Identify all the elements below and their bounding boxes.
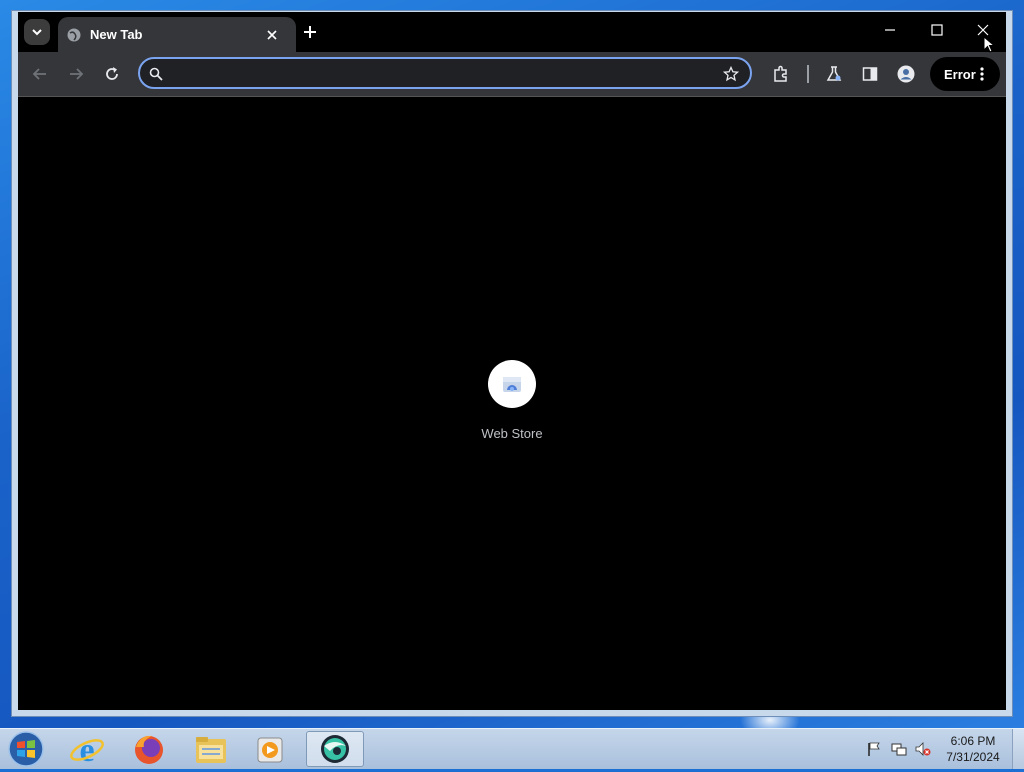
side-panel-icon[interactable] xyxy=(861,65,879,83)
toolbar-separator xyxy=(807,65,809,83)
svg-text:e: e xyxy=(79,732,94,767)
profile-error-button[interactable]: Error xyxy=(930,57,1000,91)
new-tab-page: Web Store xyxy=(18,97,1006,710)
tab-close-icon[interactable] xyxy=(266,29,278,41)
start-button-icon[interactable] xyxy=(6,730,46,768)
extensions-puzzle-icon[interactable] xyxy=(772,65,790,83)
toolbar: Error xyxy=(18,52,1006,97)
labs-flask-icon[interactable] xyxy=(825,65,843,83)
taskbar-firefox[interactable] xyxy=(122,731,176,767)
shortcut-icon-circle xyxy=(488,360,536,408)
maximize-icon[interactable] xyxy=(929,22,945,38)
internet-explorer-icon: e xyxy=(70,732,104,769)
clock-time: 6:06 PM xyxy=(950,734,996,748)
shortcut-web-store[interactable]: Web Store xyxy=(462,360,562,450)
forward-arrow-icon[interactable] xyxy=(67,65,85,83)
new-tab-plus-icon[interactable] xyxy=(302,24,318,40)
mouse-cursor-icon xyxy=(983,36,995,53)
minimize-icon[interactable] xyxy=(882,22,898,38)
show-desktop-button[interactable] xyxy=(1012,729,1024,769)
tab-title: New Tab xyxy=(90,27,143,42)
media-player-icon xyxy=(257,737,283,763)
back-arrow-icon[interactable] xyxy=(31,65,49,83)
taskbar-media-player[interactable] xyxy=(243,731,297,767)
globe-icon xyxy=(67,28,81,42)
tab-new-tab[interactable]: New Tab xyxy=(58,17,296,52)
taskbar-clock[interactable]: 6:06 PM 7/31/2024 xyxy=(936,733,1010,765)
taskbar: e 6:06 PM 7/31/2024 xyxy=(0,728,1024,769)
browser-window: New Tab Error Web Store xyxy=(18,12,1006,710)
search-icon xyxy=(149,67,163,81)
browser-app-icon xyxy=(321,735,349,763)
address-bar[interactable] xyxy=(138,57,752,89)
tab-search-button[interactable] xyxy=(24,19,50,45)
chevron-down-icon xyxy=(32,29,42,36)
clock-date: 7/31/2024 xyxy=(946,750,1000,764)
bookmark-star-icon[interactable] xyxy=(723,66,739,82)
network-icon[interactable] xyxy=(891,741,907,757)
taskbar-browser-app[interactable] xyxy=(306,731,364,767)
file-explorer-icon xyxy=(196,737,226,763)
taskbar-file-explorer[interactable] xyxy=(184,731,238,767)
firefox-icon xyxy=(135,735,163,764)
volume-muted-icon[interactable] xyxy=(915,741,931,757)
web-store-icon xyxy=(503,377,521,392)
tab-strip: New Tab xyxy=(18,12,1006,52)
action-center-flag-icon[interactable] xyxy=(866,741,882,757)
shortcut-label: Web Store xyxy=(481,426,543,441)
reload-icon[interactable] xyxy=(103,65,121,83)
profile-avatar-icon[interactable] xyxy=(897,65,915,83)
taskbar-internet-explorer[interactable]: e xyxy=(60,731,114,769)
menu-kebab-icon[interactable] xyxy=(980,67,984,81)
address-input[interactable] xyxy=(172,63,716,85)
profile-error-label: Error xyxy=(944,67,976,82)
